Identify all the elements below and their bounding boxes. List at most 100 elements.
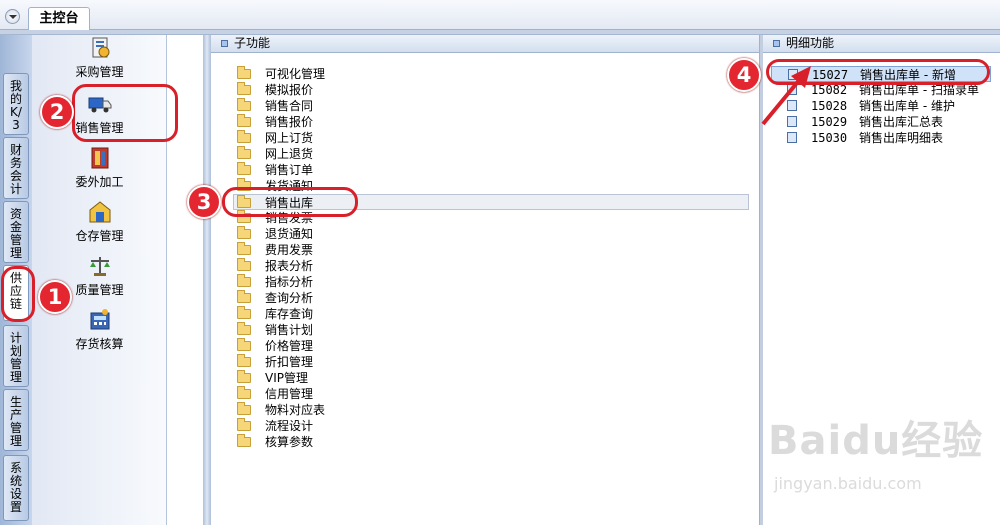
vtab-finance[interactable]: 财务会计	[3, 137, 29, 199]
folder-label: 销售计划	[265, 323, 314, 337]
highlight-ring-sales-outbound	[222, 187, 358, 217]
folder-icon	[237, 401, 251, 415]
vtab-label: 资金管理	[10, 207, 23, 260]
folder-item[interactable]: 流程设计	[237, 417, 314, 434]
folder-label: 流程设计	[265, 419, 314, 433]
folder-icon	[237, 145, 251, 159]
detail-panel-header: 明细功能	[763, 35, 1000, 53]
detail-item[interactable]: 15030 销售出库明细表	[787, 130, 943, 146]
folder-label: 指标分析	[265, 275, 314, 289]
folder-icon	[237, 65, 251, 79]
folder-label: 可视化管理	[265, 67, 326, 81]
folder-label: VIP管理	[265, 371, 308, 385]
folder-label: 物料对应表	[265, 403, 326, 417]
folder-label: 网上退货	[265, 147, 314, 161]
vtab-planning[interactable]: 计划管理	[3, 325, 29, 387]
folder-label: 信用管理	[265, 387, 314, 401]
folder-item[interactable]: 库存查询	[237, 305, 313, 322]
folder-item[interactable]: 网上订货	[237, 129, 314, 146]
folder-icon	[237, 241, 251, 255]
folder-icon	[237, 337, 251, 351]
module-label: 采购管理	[75, 65, 124, 79]
folder-label: 网上订货	[265, 131, 314, 145]
folder-item[interactable]: 查询分析	[237, 289, 314, 306]
menu-dropdown-icon[interactable]	[5, 9, 20, 24]
folder-label: 价格管理	[265, 339, 314, 353]
detail-label: 销售出库单 - 扫描录单	[859, 83, 979, 97]
module-label: 委外加工	[75, 175, 124, 189]
detail-code: 15030	[811, 131, 848, 145]
folder-icon	[237, 161, 251, 175]
folder-icon	[237, 289, 251, 303]
folder-icon	[237, 369, 251, 383]
folder-item[interactable]: 模拟报价	[237, 81, 314, 98]
folder-icon	[237, 81, 251, 95]
folder-icon	[237, 97, 251, 111]
detail-panel-title: 明细功能	[786, 36, 835, 50]
panel-header-icon	[773, 40, 780, 47]
folder-icon	[237, 433, 251, 447]
step-badge-2: 2	[40, 95, 74, 129]
folder-label: 费用发票	[265, 243, 314, 257]
detail-label: 销售出库单 - 维护	[859, 99, 955, 113]
highlight-ring-supply-chain	[1, 266, 35, 322]
folder-item[interactable]: 可视化管理	[237, 65, 326, 82]
sub-panel-header: 子功能	[211, 35, 759, 53]
vtab-label: 财务会计	[10, 143, 23, 196]
folder-item[interactable]: 折扣管理	[237, 353, 314, 370]
splitter[interactable]	[203, 35, 211, 525]
folder-item[interactable]: VIP管理	[237, 369, 308, 386]
folder-item[interactable]: 销售报价	[237, 113, 314, 130]
vtab-fund[interactable]: 资金管理	[3, 201, 29, 263]
folder-icon	[237, 417, 251, 431]
folder-label: 销售报价	[265, 115, 314, 129]
folder-icon	[237, 113, 251, 127]
outsource-icon	[91, 147, 108, 169]
folder-icon	[237, 305, 251, 319]
folder-item[interactable]: 销售合同	[237, 97, 314, 114]
folder-label: 折扣管理	[265, 355, 314, 369]
folder-item[interactable]: 退货通知	[237, 225, 313, 242]
detail-label: 销售出库明细表	[859, 131, 944, 145]
folder-item[interactable]: 销售订单	[237, 161, 314, 178]
module-outsource[interactable]: 委外加工	[32, 145, 167, 190]
document-icon	[787, 132, 797, 143]
folder-item[interactable]: 费用发票	[237, 241, 314, 258]
vtab-production[interactable]: 生产管理	[3, 389, 29, 451]
vtab-label: 系统设置	[10, 461, 23, 514]
folder-icon	[237, 225, 251, 239]
vtab-my-k3[interactable]: 我的K/3	[3, 73, 29, 135]
folder-item[interactable]: 销售计划	[237, 321, 314, 338]
folder-item[interactable]: 物料对应表	[237, 401, 326, 418]
vtab-label: 我的K/3	[10, 79, 23, 132]
module-purchase[interactable]: 采购管理	[32, 35, 167, 80]
sub-function-panel: 可视化管理 模拟报价 销售合同 销售报价 网上订货 网上退货 销售订单 发货通知…	[211, 54, 759, 525]
folder-label: 查询分析	[265, 291, 314, 305]
folder-item[interactable]: 信用管理	[237, 385, 314, 402]
folder-icon	[237, 273, 251, 287]
folder-label: 模拟报价	[265, 83, 314, 97]
folder-label: 核算参数	[265, 435, 314, 449]
highlight-ring-sales-module	[72, 84, 178, 142]
detail-label: 销售出库汇总表	[859, 115, 944, 129]
folder-item[interactable]: 价格管理	[237, 337, 314, 354]
tab-main-console[interactable]: 主控台	[28, 7, 90, 30]
folder-icon	[237, 257, 251, 271]
folder-icon	[237, 385, 251, 399]
panel-header-icon	[221, 40, 228, 47]
folder-label: 销售合同	[265, 99, 314, 113]
folder-item[interactable]: 报表分析	[237, 257, 313, 274]
step-badge-1: 1	[38, 280, 72, 314]
folder-item[interactable]: 核算参数	[237, 433, 314, 450]
vtab-system[interactable]: 系统设置	[3, 455, 29, 521]
top-tab-bar: 主控台	[0, 0, 1000, 30]
pointing-arrow	[761, 66, 811, 126]
vtab-label: 计划管理	[10, 331, 23, 384]
step-badge-3: 3	[187, 185, 221, 219]
folder-label: 销售订单	[265, 163, 314, 177]
quality-scale-icon	[89, 257, 110, 276]
folder-item[interactable]: 网上退货	[237, 145, 314, 162]
folder-item[interactable]: 指标分析	[237, 273, 314, 290]
module-warehouse[interactable]: 仓存管理	[32, 199, 167, 244]
module-label: 仓存管理	[75, 229, 124, 243]
